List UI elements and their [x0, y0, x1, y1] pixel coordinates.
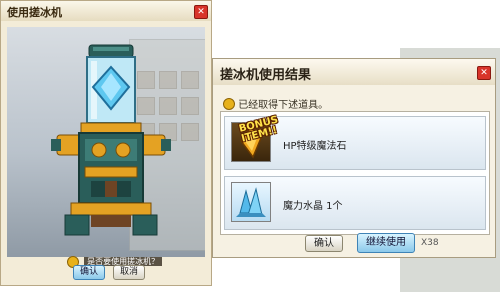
close-icon: ✕: [480, 68, 488, 78]
cancel-button[interactable]: 取消: [113, 265, 145, 280]
confirm-prompt: 是否要使用搓冰机？: [67, 251, 163, 268]
result-subtitle: 已经取得下述道具。: [238, 100, 329, 111]
close-icon: ✕: [197, 7, 205, 17]
result-close-button[interactable]: ✕: [477, 66, 491, 80]
mana-crystal-icon: [231, 182, 271, 222]
result-subtitle-row: 已经取得下述道具。: [223, 96, 328, 111]
window-titlebar: 使用搓冰机 ✕: [1, 1, 211, 21]
confirm-button[interactable]: 确认: [305, 235, 343, 252]
item-label: HP特级魔法石: [283, 141, 347, 152]
ghost-slot: [181, 123, 199, 141]
continue-button-label: 继续使用: [366, 237, 406, 248]
ghost-slot: [181, 97, 199, 115]
result-titlebar: 搓冰机使用结果 ✕: [213, 59, 495, 85]
window-title: 使用搓冰机: [7, 6, 62, 19]
ghost-slot: [181, 71, 199, 89]
ok-button[interactable]: 确认: [73, 265, 105, 280]
crystal-shape: [236, 187, 266, 217]
use-ice-machine-window: 使用搓冰机 ✕ 是否要使用搓冰机？ 确认 取消: [0, 0, 212, 286]
info-icon: [223, 97, 235, 110]
remaining-count: X38: [421, 238, 439, 248]
ice-machine-icon: [51, 44, 171, 236]
confirm-button-label: 确认: [314, 238, 334, 249]
result-window: 搓冰机使用结果 ✕ 已经取得下述道具。 HP特级魔法石 魔力水晶 1个 确认 继…: [212, 58, 496, 258]
continue-button[interactable]: 继续使用: [357, 233, 415, 253]
result-item-row[interactable]: 魔力水晶 1个: [224, 176, 486, 230]
result-title: 搓冰机使用结果: [220, 68, 312, 83]
close-button[interactable]: ✕: [194, 5, 208, 19]
cancel-button-label: 取消: [119, 267, 138, 277]
item-label: 魔力水晶 1个: [283, 201, 343, 212]
ok-button-label: 确认: [79, 267, 98, 277]
machine-scene: [7, 27, 205, 257]
